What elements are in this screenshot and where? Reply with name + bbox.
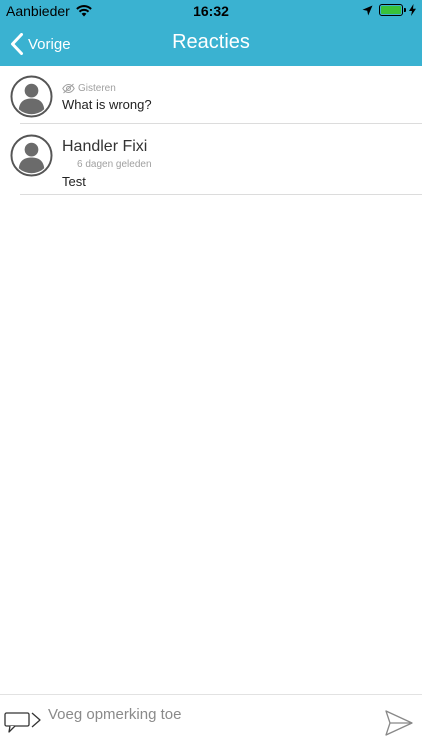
send-icon[interactable] [384,709,414,737]
comment-timestamp: 6 dagen geleden [77,159,152,170]
comment-timestamp: Gisteren [78,83,116,94]
location-arrow-icon [362,5,373,15]
divider [20,194,422,195]
comment-text: What is wrong? [62,97,152,112]
comment-meta: Gisteren [62,83,116,94]
comment-input[interactable] [48,702,368,726]
nav-bar: Vorige Reacties [0,22,422,66]
avatar-icon [10,134,53,177]
screen: Aanbieder 16:32 Vorige Reacties Gisteren… [0,0,422,750]
comment-bubble-icon [4,712,41,733]
comment-input-bar [0,694,422,750]
status-time: 16:32 [193,3,229,19]
list-item[interactable] [0,66,422,124]
page-title: Reacties [172,31,250,53]
charging-bolt-icon [409,4,416,16]
status-right [362,4,416,16]
battery-fill [381,6,401,14]
battery-icon [379,4,406,16]
eye-off-icon [62,83,75,94]
comment-author: Handler Fixi [62,138,148,155]
status-bar: Aanbieder 16:32 [0,0,422,22]
comment-text: Test [62,174,86,189]
avatar-icon [10,75,53,118]
